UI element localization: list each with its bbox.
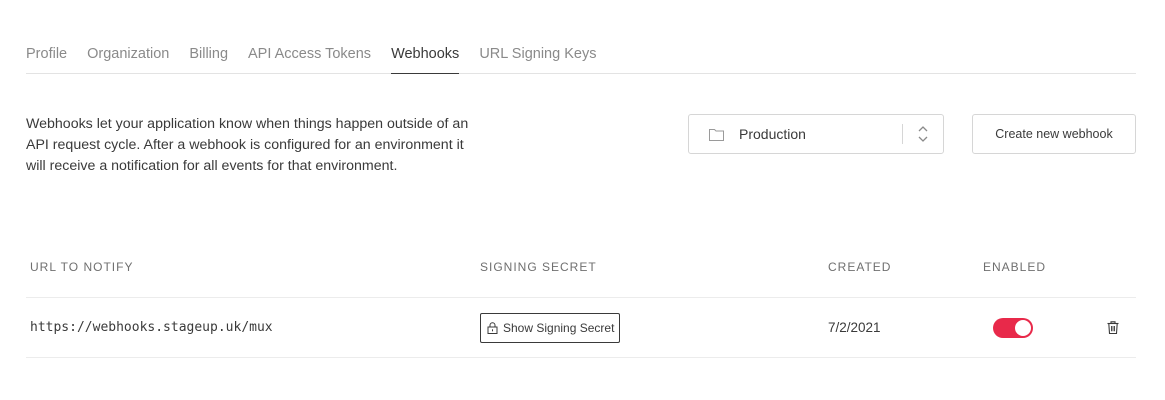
tab-profile[interactable]: Profile — [26, 38, 67, 73]
webhook-enabled-toggle[interactable] — [993, 318, 1033, 338]
settings-tabs: Profile Organization Billing API Access … — [26, 38, 1136, 74]
toggle-knob — [1015, 320, 1031, 336]
tab-billing[interactable]: Billing — [189, 38, 228, 73]
webhook-url: https://webhooks.stageup.uk/mux — [30, 320, 273, 335]
column-header-enabled: ENABLED — [983, 260, 1047, 274]
lock-icon — [487, 322, 498, 334]
webhooks-description: Webhooks let your application know when … — [26, 116, 469, 174]
create-new-webhook-button[interactable]: Create new webhook — [972, 114, 1136, 154]
tab-webhooks[interactable]: Webhooks — [391, 38, 460, 74]
tab-url-signing-keys[interactable]: URL Signing Keys — [479, 38, 596, 73]
column-header-created: CREATED — [828, 260, 892, 274]
show-signing-secret-label: Show Signing Secret — [503, 321, 615, 335]
folder-icon — [709, 128, 724, 141]
webhook-created-date: 7/2/2021 — [828, 320, 881, 335]
table-header-divider — [26, 297, 1136, 298]
trash-icon[interactable] — [1106, 320, 1120, 335]
environment-select-value: Production — [739, 126, 806, 142]
column-header-url: URL TO NOTIFY — [30, 260, 134, 274]
tab-api-access-tokens[interactable]: API Access Tokens — [248, 38, 371, 73]
show-signing-secret-button[interactable]: Show Signing Secret — [480, 313, 621, 343]
tab-organization[interactable]: Organization — [87, 38, 169, 73]
up-down-chevron-icon — [903, 125, 943, 143]
environment-select[interactable]: Production — [688, 114, 944, 154]
column-header-signing-secret: SIGNING SECRET — [480, 260, 597, 274]
table-row-divider — [26, 357, 1136, 358]
